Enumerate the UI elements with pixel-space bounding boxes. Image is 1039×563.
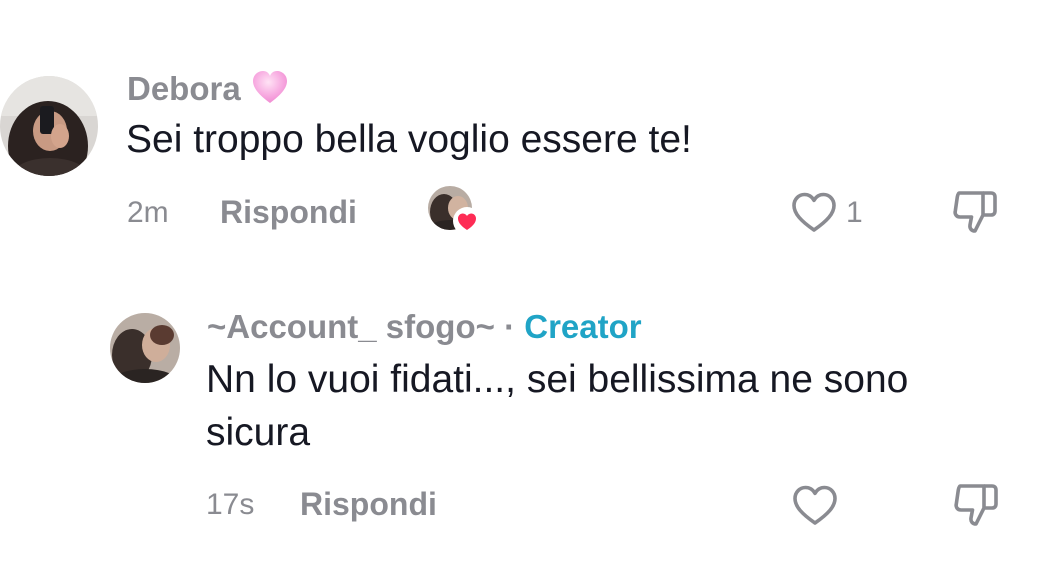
like-button[interactable] xyxy=(791,483,839,527)
separator-dot: · xyxy=(504,308,516,345)
thumbs-down-icon xyxy=(954,484,998,526)
avatar[interactable] xyxy=(0,76,98,176)
dislike-button[interactable] xyxy=(950,188,1000,236)
heart-outline-icon xyxy=(792,192,836,232)
avatar-image xyxy=(110,313,180,383)
thumbs-down-icon xyxy=(953,191,997,233)
reply-text: Nn lo vuoi fidati..., sei bellissima ne … xyxy=(206,358,909,454)
like-count: 1 xyxy=(846,196,863,229)
heart-badge-icon xyxy=(453,207,481,235)
comment-text: Sei troppo bella voglio essere te! xyxy=(126,118,692,161)
reply-button[interactable]: Rispondi xyxy=(300,488,437,520)
comment-timestamp: 2m xyxy=(127,196,169,229)
username-text: Debora xyxy=(127,70,241,107)
reply-timestamp: 17s xyxy=(206,488,255,521)
reply-username[interactable]: ~Account_ sfogo~ xyxy=(207,308,495,345)
comment-username[interactable]: Debora xyxy=(127,70,289,111)
creator-badge: Creator xyxy=(524,308,642,345)
avatar-image xyxy=(0,76,98,176)
reply-username-row: ~Account_ sfogo~ · Creator xyxy=(207,310,642,343)
like-button[interactable] xyxy=(790,190,838,234)
heart-outline-icon xyxy=(793,485,837,525)
pink-heart-icon xyxy=(251,70,289,111)
creator-liked-badge xyxy=(428,186,484,236)
avatar[interactable] xyxy=(110,313,180,383)
reply-button[interactable]: Rispondi xyxy=(220,196,357,228)
dislike-button[interactable] xyxy=(951,481,1001,529)
